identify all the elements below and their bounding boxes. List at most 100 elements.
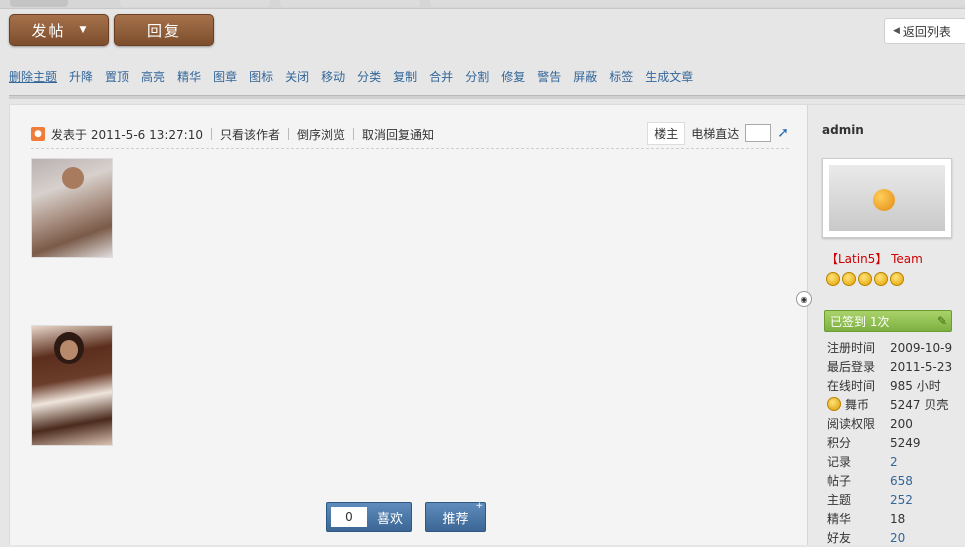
image-detail: [62, 167, 84, 189]
mod-action-sticky[interactable]: 置顶: [105, 68, 129, 85]
stat-row: 注册时间 2009-10-9: [827, 338, 952, 357]
top-tab-strip: [0, 0, 965, 9]
chevron-down-icon[interactable]: ▼: [80, 25, 87, 35]
stat-row: 好友 20: [827, 528, 952, 547]
stat-label: 积分: [827, 434, 890, 451]
stat-label: 帖子: [827, 472, 890, 489]
stat-label-text: 帖子: [827, 474, 852, 488]
author-name[interactable]: admin: [822, 123, 864, 137]
like-label: 喜欢: [377, 511, 404, 527]
recommend-label: 推荐: [442, 511, 469, 527]
mod-action-bump[interactable]: 升降: [69, 68, 93, 85]
top-tab[interactable]: [280, 0, 420, 7]
stat-label-text: 最后登录: [827, 360, 876, 374]
back-to-list-button[interactable]: ◀ 返回列表: [884, 18, 965, 44]
only-author-link[interactable]: 只看该作者: [220, 126, 280, 143]
mod-action-block[interactable]: 屏蔽: [573, 68, 597, 85]
stat-label: 在线时间: [827, 377, 890, 394]
reverse-browse-link[interactable]: 倒序浏览: [297, 126, 345, 143]
avatar-image: [829, 165, 945, 231]
stat-label: 好友: [827, 529, 890, 546]
floor-badge: 楼主: [647, 121, 686, 145]
stat-value: 5249: [890, 435, 921, 450]
stat-value: 5247 贝壳: [890, 398, 949, 412]
stat-label-text: 好友: [827, 531, 852, 545]
stat-row: 主题 252: [827, 490, 952, 509]
smiley-icon: [890, 272, 904, 286]
mod-action-delete[interactable]: 删除主题: [9, 68, 57, 85]
stat-value: 985 小时: [890, 379, 941, 393]
post-image[interactable]: [31, 325, 113, 446]
divider: [353, 128, 355, 140]
post-timestamp: 发表于 2011-5-6 13:27:10: [51, 127, 203, 142]
sign-in-badge[interactable]: 已签到 1次 ✎: [824, 310, 952, 332]
stat-label-text: 主题: [827, 493, 852, 507]
coin-icon: [827, 397, 841, 411]
back-to-list-label: 返回列表: [902, 24, 951, 39]
stat-row: 最后登录 2011-5-23: [827, 357, 952, 376]
elevator-input[interactable]: [745, 124, 772, 142]
mod-action-stamp[interactable]: 图章: [213, 68, 237, 85]
top-tab[interactable]: [430, 0, 965, 7]
stat-row: 舞币 5247 贝壳: [827, 395, 952, 414]
stat-value[interactable]: 658: [890, 474, 913, 488]
eye-icon[interactable]: ◉: [796, 291, 812, 307]
avatar[interactable]: [822, 158, 952, 238]
stat-value: 2011-5-23: [890, 359, 953, 374]
post-content: ● 发表于 2011-5-6 13:27:10 只看该作者 倒序浏览 取消回复通…: [10, 105, 806, 545]
post-image[interactable]: [31, 158, 113, 258]
stat-row: 积分 5249: [827, 433, 952, 452]
divider: [9, 95, 965, 99]
top-tab[interactable]: [120, 0, 270, 7]
new-post-button[interactable]: 发帖 ▼: [9, 14, 109, 46]
mod-action-move[interactable]: 移动: [321, 68, 345, 85]
stat-row: 帖子 658: [827, 471, 952, 490]
like-button[interactable]: 0 喜欢: [326, 502, 412, 532]
stat-label: 精华: [827, 510, 890, 527]
post-container: ● 发表于 2011-5-6 13:27:10 只看该作者 倒序浏览 取消回复通…: [9, 104, 965, 545]
stat-label: 主题: [827, 491, 890, 508]
moderation-toolbar: 删除主题 升降 置顶 高亮 精华 图章 图标 关闭 移动 分类 复制 合并 分割…: [9, 68, 705, 85]
cancel-notify-link[interactable]: 取消回复通知: [362, 126, 434, 143]
stat-row: 记录 2: [827, 452, 952, 471]
top-tab[interactable]: [10, 0, 68, 7]
plus-icon: +: [475, 501, 483, 511]
pencil-icon: ✎: [936, 314, 947, 328]
floor-controls: 楼主 电梯直达 ➚: [647, 120, 789, 146]
smiley-icon: [826, 272, 840, 286]
user-group: 【Latin5】 Team: [826, 252, 923, 266]
stat-row: 阅读权限 200: [827, 414, 952, 433]
mod-action-category[interactable]: 分类: [357, 68, 381, 85]
stat-value[interactable]: 252: [890, 493, 913, 507]
stat-label-text: 精华: [827, 512, 852, 526]
smiley-icon: [874, 272, 888, 286]
stat-row: 在线时间 985 小时: [827, 376, 952, 395]
stat-label: 最后登录: [827, 358, 890, 375]
mod-action-split[interactable]: 分割: [465, 68, 489, 85]
stat-row: 精华 18: [827, 509, 952, 528]
smiley-icon: [842, 272, 856, 286]
image-detail: [60, 340, 78, 360]
stat-value[interactable]: 2: [890, 455, 898, 469]
mod-action-article[interactable]: 生成文章: [645, 68, 693, 85]
jump-icon[interactable]: ➚: [777, 125, 789, 141]
stat-label-text: 积分: [827, 436, 852, 450]
mod-action-tag[interactable]: 标签: [609, 68, 633, 85]
stat-label-text: 阅读权限: [827, 417, 876, 431]
stat-label: 注册时间: [827, 339, 890, 356]
mod-action-digest[interactable]: 精华: [177, 68, 201, 85]
mod-action-repair[interactable]: 修复: [501, 68, 525, 85]
mod-action-icon[interactable]: 图标: [249, 68, 273, 85]
stat-label-text: 在线时间: [827, 379, 876, 393]
mod-action-merge[interactable]: 合并: [429, 68, 453, 85]
mod-action-close[interactable]: 关闭: [285, 68, 309, 85]
recommend-button[interactable]: 推荐 +: [425, 501, 486, 532]
stat-value[interactable]: 20: [890, 531, 905, 545]
mod-action-warn[interactable]: 警告: [537, 68, 561, 85]
mod-action-highlight[interactable]: 高亮: [141, 68, 165, 85]
smiley-icon: [858, 272, 872, 286]
stat-label-text: 注册时间: [827, 341, 876, 355]
reply-button[interactable]: 回复: [114, 14, 214, 46]
user-stats: 注册时间 2009-10-9 最后登录 2011-5-23 在线时间 985 小时舞币 52…: [827, 338, 952, 547]
mod-action-copy[interactable]: 复制: [393, 68, 417, 85]
